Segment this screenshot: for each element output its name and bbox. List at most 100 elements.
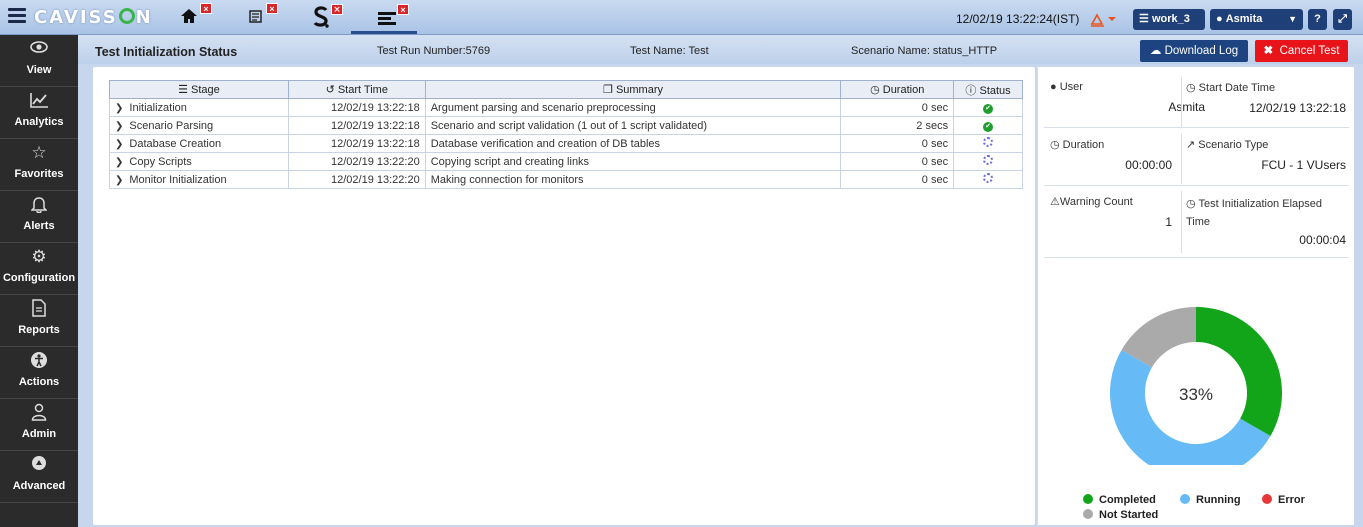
current-datetime: 12/02/19 13:22:24(IST) <box>956 12 1080 26</box>
chevron-right-icon[interactable]: ❯ <box>115 157 123 168</box>
line-chart-icon: ↗ <box>1186 139 1196 151</box>
column-header-stage[interactable]: ☰ Stage <box>109 80 289 99</box>
clock-icon: ◷ <box>870 84 880 96</box>
scenario-icon[interactable]: × <box>248 3 278 30</box>
legend-item-not-started[interactable]: Not Started <box>1083 509 1158 521</box>
document-icon <box>0 299 78 321</box>
table-row[interactable]: ❯ Scenario Parsing 12/02/19 13:22:18 Scen… <box>109 116 1023 135</box>
user-icon: ● <box>1216 13 1223 25</box>
legend-dot <box>1083 494 1093 504</box>
history-icon: ↺ <box>325 84 335 96</box>
donut-center-label: 33% <box>1179 385 1213 404</box>
clock-icon: ◷ <box>1050 139 1060 151</box>
cloud-download-icon: ☁ <box>1149 45 1162 57</box>
line-chart-icon <box>0 91 78 113</box>
test-name: Test Name: Test <box>630 45 709 57</box>
chevron-down-icon: ▼ <box>1288 14 1297 24</box>
page-header: Test Initialization Status Test Run Numb… <box>78 35 1363 64</box>
close-tab-icon[interactable]: × <box>397 4 409 15</box>
column-header-start-time[interactable]: ↺ Start Time <box>287 80 426 99</box>
advanced-icon <box>0 455 78 477</box>
workspace-button[interactable]: ☰ work_3 <box>1133 9 1205 30</box>
clock-icon: ◷ <box>1186 198 1196 210</box>
table-row[interactable]: ❯ Database Creation 12/02/19 13:22:18 Dat… <box>109 134 1023 153</box>
table-header-row: ☰ Stage ↺ Start Time ❐ Summary ◷ Duratio… <box>109 80 1023 99</box>
close-tab-icon[interactable]: × <box>266 3 278 14</box>
hamburger-menu-icon[interactable] <box>8 8 26 24</box>
main-area: Test Initialization Status Test Run Numb… <box>78 35 1363 527</box>
sidebar-item-configuration[interactable]: ⚙ Configuration <box>0 243 78 295</box>
sidebar-item-advanced[interactable]: Advanced <box>0 451 78 503</box>
divider <box>1044 127 1349 128</box>
divider <box>1044 257 1349 258</box>
scenario-name: Scenario Name: status_HTTP <box>851 45 998 57</box>
info-icon: ⓘ <box>965 84 977 97</box>
close-icon: ✖ <box>1263 45 1274 57</box>
bell-icon <box>0 195 78 217</box>
chevron-right-icon[interactable]: ❯ <box>115 175 123 186</box>
cancel-test-button[interactable]: ✖ Cancel Test <box>1255 40 1348 62</box>
page-title: Test Initialization Status <box>95 45 238 59</box>
chevron-right-icon[interactable]: ❯ <box>115 121 123 132</box>
sidebar-item-view[interactable]: View <box>0 35 78 87</box>
table-row[interactable]: ❯ Copy Scripts 12/02/19 13:22:20 Copying … <box>109 152 1023 171</box>
gears-icon: ⚙ <box>31 247 47 266</box>
spinner-icon <box>983 173 994 183</box>
warning-icon[interactable] <box>1090 10 1120 32</box>
sidebar-item-admin[interactable]: Admin <box>0 399 78 451</box>
donut-slice-completed[interactable] <box>1196 307 1282 436</box>
copy-icon: ❐ <box>603 84 613 96</box>
close-tab-icon[interactable]: × <box>331 4 343 15</box>
download-log-button[interactable]: ☁ Download Log <box>1140 40 1248 62</box>
legend-item-completed[interactable]: Completed <box>1083 494 1156 506</box>
legend-dot <box>1083 509 1093 519</box>
divider <box>1181 191 1182 253</box>
init-status-table: ☰ Stage ↺ Start Time ❐ Summary ◷ Duratio… <box>109 80 1023 189</box>
divider <box>1044 185 1349 186</box>
divider <box>1181 134 1182 184</box>
script-icon[interactable]: × <box>313 4 343 28</box>
legend-dot <box>1262 494 1272 504</box>
close-tab-icon[interactable]: × <box>200 3 212 14</box>
duration-info: ◷ Duration 00:00:00 <box>1050 139 1172 172</box>
sidebar-item-analytics[interactable]: Analytics <box>0 87 78 139</box>
top-bar: CAVISS N × × × × 12/02/19 13:22:24(IST) ☰… <box>0 0 1363 35</box>
sidebar: View Analytics ☆ Favorites Alerts ⚙ Conf… <box>0 35 78 527</box>
expand-icon[interactable]: ⤢ <box>1333 9 1352 30</box>
elapsed-time-info: ◷ Test Initialization Elapsed Time 00:00… <box>1186 198 1346 247</box>
divider <box>1181 77 1182 127</box>
test-info-panel: ● User Asmita ◷ Start Date Time 12/02/19… <box>1037 67 1354 525</box>
accessibility-icon <box>0 351 78 373</box>
start-date-info: ◷ Start Date Time 12/02/19 13:22:18 <box>1186 82 1346 115</box>
legend-item-running[interactable]: Running <box>1180 494 1241 506</box>
app-logo: CAVISS N <box>34 7 153 28</box>
check-circle-icon: ✔ <box>983 122 994 132</box>
legend-item-error[interactable]: Error <box>1262 494 1305 506</box>
help-button[interactable]: ? <box>1308 9 1327 30</box>
user-icon: ● <box>1050 81 1057 93</box>
column-header-status[interactable]: ⓘ Status <box>953 80 1023 99</box>
home-icon[interactable]: × <box>180 3 212 30</box>
sidebar-item-reports[interactable]: Reports <box>0 295 78 347</box>
test-run-number: Test Run Number:5769 <box>377 45 491 57</box>
spinner-icon <box>983 155 994 165</box>
sidebar-item-favorites[interactable]: ☆ Favorites <box>0 139 78 191</box>
status-panel: ☰ Stage ↺ Start Time ❐ Summary ◷ Duratio… <box>93 67 1035 525</box>
eye-icon <box>0 39 78 61</box>
list-icon: ☰ <box>178 84 188 96</box>
user-menu-button[interactable]: ● Asmita ▼ <box>1210 9 1303 30</box>
test-status-icon[interactable]: × <box>377 4 409 32</box>
table-row[interactable]: ❯ Monitor Initialization 12/02/19 13:22:2… <box>109 170 1023 189</box>
sidebar-item-actions[interactable]: Actions <box>0 347 78 399</box>
active-tab-indicator <box>351 31 417 34</box>
user-icon <box>0 403 78 425</box>
scenario-type-info: ↗ Scenario Type FCU - 1 VUsers <box>1186 139 1346 172</box>
table-row[interactable]: ❯ Initialization 12/02/19 13:22:18 Argume… <box>109 98 1023 117</box>
chevron-right-icon[interactable]: ❯ <box>115 103 123 114</box>
clock-icon: ◷ <box>1186 82 1196 94</box>
chevron-right-icon[interactable]: ❯ <box>115 139 123 150</box>
check-circle-icon: ✔ <box>983 104 994 114</box>
column-header-duration[interactable]: ◷ Duration <box>840 80 955 99</box>
column-header-summary[interactable]: ❐ Summary <box>424 80 842 99</box>
sidebar-item-alerts[interactable]: Alerts <box>0 191 78 243</box>
